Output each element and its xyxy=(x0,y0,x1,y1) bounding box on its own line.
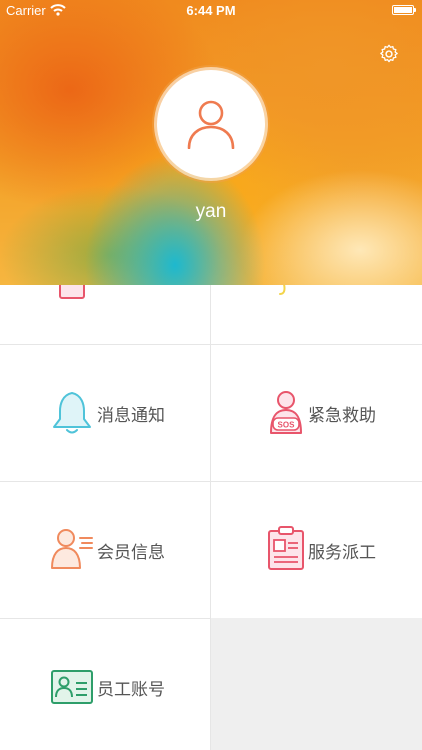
status-time: 6:44 PM xyxy=(186,3,236,18)
menu-item-service-dispatch[interactable]: 服务派工 xyxy=(211,482,422,619)
partial-icon xyxy=(279,285,286,295)
menu-item-staff-account[interactable]: 员工账号 xyxy=(0,619,211,750)
menu-item-label: 会员信息 xyxy=(97,543,165,563)
bell-icon xyxy=(53,392,91,434)
menu-item-member-info[interactable]: 会员信息 xyxy=(0,482,211,619)
menu-item-label: 消息通知 xyxy=(97,406,165,426)
menu-item-hidden-right[interactable] xyxy=(211,285,422,345)
menu-item-label: 员工账号 xyxy=(97,680,165,700)
menu-grid: 消息通知 SOS 紧急救助 会员信息 服务派工 员工账号 xyxy=(0,285,422,750)
partial-icon xyxy=(59,285,85,299)
menu-item-hidden-left[interactable] xyxy=(0,285,211,345)
menu-item-notifications[interactable]: 消息通知 xyxy=(0,345,211,482)
username: yan xyxy=(195,201,227,222)
profile-header: Carrier 6:44 PM yan xyxy=(0,0,422,285)
avatar[interactable] xyxy=(157,70,265,178)
user-outline-icon xyxy=(187,100,235,149)
battery-icon xyxy=(392,5,416,15)
id-card-icon xyxy=(51,670,93,704)
member-icon xyxy=(51,529,93,569)
menu-item-label: 服务派工 xyxy=(308,543,376,563)
menu-item-emergency[interactable]: SOS 紧急救助 xyxy=(211,345,422,482)
svg-text:SOS: SOS xyxy=(278,421,296,430)
clipboard-icon xyxy=(268,526,304,570)
sos-person-icon: SOS xyxy=(270,391,302,434)
status-bar: Carrier 6:44 PM xyxy=(0,0,422,22)
gear-icon[interactable] xyxy=(378,43,400,65)
empty-grid-cell xyxy=(211,618,422,750)
menu-item-label: 紧急救助 xyxy=(308,406,376,426)
